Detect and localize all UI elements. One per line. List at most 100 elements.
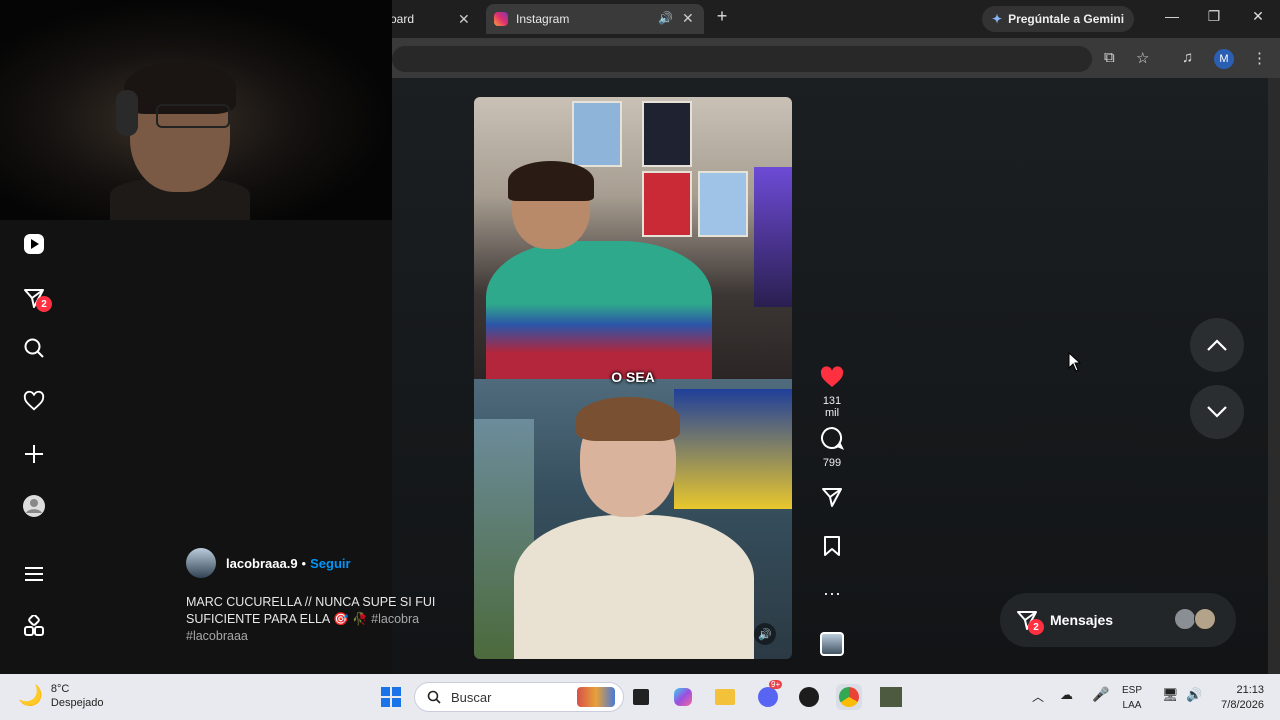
search-icon[interactable] [18,332,50,364]
media-control-icon[interactable]: ♫ [1182,49,1193,66]
notification-badge: 2 [36,296,52,312]
mouse-cursor-icon [1068,352,1082,372]
gemini-button[interactable]: ✦ Pregúntale a Gemini [982,6,1134,32]
language-indicator[interactable]: ESP LAA [1122,683,1142,713]
search-placeholder: Buscar [451,689,492,705]
comment-icon [821,426,845,450]
heart-icon[interactable] [18,385,50,417]
chevron-up-icon[interactable]: ︿ [1032,688,1044,705]
lang-top: ESP [1122,685,1143,696]
more-apps-icon[interactable] [18,610,50,642]
hashtag[interactable]: #lacobraaa [186,629,248,643]
network-icon[interactable]: 🖥 [1162,687,1179,703]
chevron-down-icon [1207,406,1227,418]
share-button[interactable] [816,486,848,513]
speaker-icon[interactable]: 🔊 [658,11,673,25]
post-author: lacobraaa.9 • Seguir [186,548,351,578]
cloud-off-icon[interactable]: ☁ [1060,687,1073,703]
discord-badge: 9+ [769,680,783,689]
wall-jersey [642,101,692,167]
glasses [156,104,230,128]
discord-button[interactable]: 9+ [755,680,783,710]
chrome-icon [839,687,859,707]
heart-filled-icon [820,366,844,387]
install-app-icon[interactable]: ⧉ [1104,49,1115,66]
minimize-icon[interactable]: — [1160,8,1184,24]
copilot-button[interactable] [670,684,696,710]
tab-label: Instagram [516,12,570,26]
description-emoji: 🎯 🥀 [333,612,368,626]
profile-avatar[interactable]: M [1214,49,1234,69]
new-tab-icon[interactable]: + [710,6,734,27]
streamer-left [486,161,712,381]
share-icon [822,488,842,507]
purple-light [754,167,792,307]
omnibox[interactable] [392,46,1092,72]
start-button[interactable] [378,684,404,710]
sparkle-icon: ✦ [992,12,1003,26]
follow-link[interactable]: Seguir [310,556,350,571]
man-hair [508,161,594,201]
video-top-panel [474,97,792,381]
gemini-label: Pregúntale a Gemini [1008,12,1125,26]
more-options-button[interactable]: ··· [816,584,848,602]
like-button[interactable]: 131 mil [816,366,848,419]
discord-icon [758,687,778,707]
restore-icon[interactable]: ❐ [1202,8,1226,25]
windows-taskbar: 🌙 8°C Despejado Buscar 9+ ︿ ☁ 🎤 ESP LAA … [0,674,1280,720]
previous-reel-button[interactable] [1190,318,1244,372]
author-avatar[interactable] [186,548,216,578]
tab-label: oard [390,12,415,26]
windows-logo-icon [381,687,401,707]
create-icon[interactable] [18,438,50,470]
window-close-icon[interactable]: ✕ [1246,8,1270,25]
menu-icon[interactable] [18,558,50,590]
app-button[interactable] [796,684,822,710]
separator: • [301,555,307,571]
video-caption: O SEA [611,369,655,385]
time: 21:13 [1236,684,1264,696]
hashtag[interactable]: #lacobra [371,612,419,626]
close-icon[interactable]: ✕ [682,10,694,27]
audio-thumbnail[interactable] [816,632,848,656]
file-explorer-button[interactable] [712,684,738,710]
temperature: 8°C [50,683,70,695]
microphone-icon[interactable]: 🎤 [1092,686,1109,703]
kebab-menu-icon[interactable]: ⋮ [1252,49,1267,67]
close-icon[interactable]: ✕ [458,11,470,28]
game-button[interactable] [878,684,904,710]
messages-badge: 2 [1028,619,1044,635]
scrollbar[interactable] [1268,78,1280,674]
audio-avatar [820,632,844,656]
reel-video[interactable]: O SEA 🔊 [474,97,792,659]
date: 7/8/2026 [1221,699,1264,711]
taskbar-search[interactable]: Buscar [414,682,624,712]
bookmark-star-icon[interactable]: ☆ [1136,49,1149,67]
profile-icon[interactable] [18,490,50,522]
volume-icon[interactable]: 🔊 [754,623,776,645]
ellipsis-icon: ··· [823,583,841,603]
weather-widget[interactable]: 🌙 8°C Despejado [18,682,104,710]
tab-instagram[interactable]: Instagram 🔊 ✕ [486,4,704,34]
save-button[interactable] [816,535,848,562]
comment-count: 799 [822,457,842,469]
chrome-button[interactable] [836,684,862,710]
volume-icon[interactable]: 🔊 [1186,687,1202,703]
messages-label: Mensajes [1050,612,1114,628]
tracksuit [486,241,712,381]
task-view-button[interactable] [628,684,654,710]
search-highlight-image [577,687,615,707]
messages-button[interactable]: 2 Mensajes [1000,593,1236,647]
webcam-overlay [0,0,392,220]
avatar [1174,608,1196,630]
folder-icon [715,689,735,705]
sweater [514,515,754,659]
reels-icon[interactable] [18,228,50,260]
clock[interactable]: 21:13 7/8/2026 [1208,683,1264,713]
task-view-icon [633,689,649,705]
next-reel-button[interactable] [1190,385,1244,439]
tab-dashboard[interactable]: oard ✕ [380,4,480,34]
comment-button[interactable]: 799 [816,426,848,469]
weather-condition: Despejado [50,697,104,709]
author-username[interactable]: lacobraaa.9 [226,556,298,571]
